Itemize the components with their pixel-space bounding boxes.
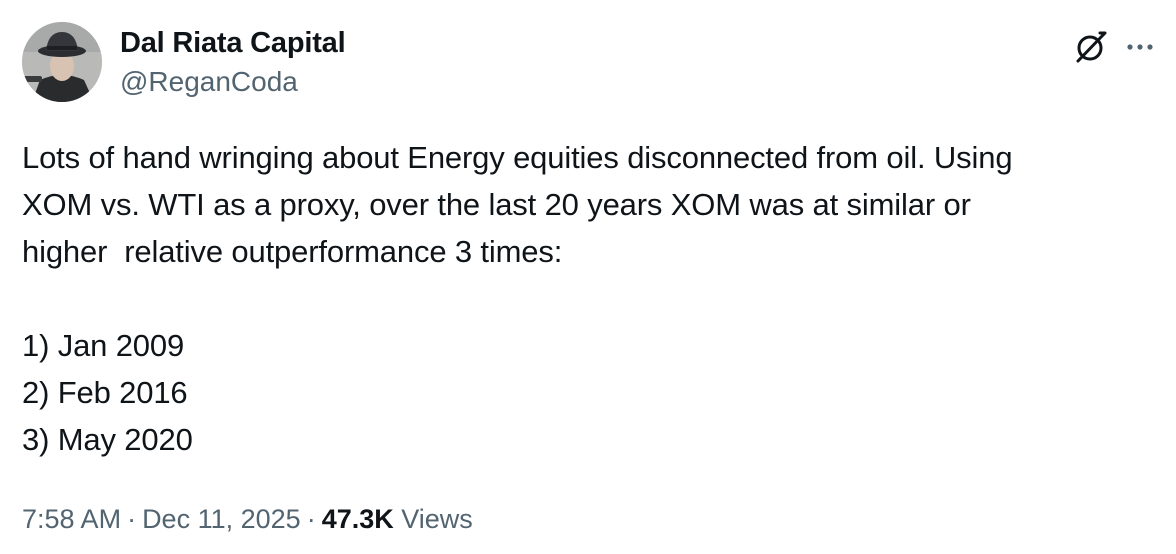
tweet: Dal Riata Capital @ReganCoda Lots of han…: [0, 0, 1176, 554]
grok-icon[interactable]: [1074, 30, 1108, 64]
more-icon[interactable]: [1126, 42, 1154, 52]
views-label: Views: [401, 504, 473, 534]
tweet-time[interactable]: 7:58 AM: [22, 504, 121, 534]
display-name[interactable]: Dal Riata Capital: [120, 26, 346, 60]
meta-separator: ·: [127, 504, 137, 534]
views-count: 47.3K: [321, 504, 394, 534]
author-info: Dal Riata Capital @ReganCoda: [120, 26, 346, 98]
top-actions: [1074, 30, 1154, 64]
tweet-text: Lots of hand wringing about Energy equit…: [22, 140, 1013, 457]
meta-separator: ·: [306, 504, 316, 534]
tweet-meta: 7:58 AM · Dec 11, 2025 · 47.3K Views: [22, 502, 473, 536]
tweet-date[interactable]: Dec 11, 2025: [142, 504, 301, 534]
avatar[interactable]: [22, 22, 102, 102]
avatar-image: [22, 22, 102, 102]
user-handle[interactable]: @ReganCoda: [120, 66, 345, 98]
